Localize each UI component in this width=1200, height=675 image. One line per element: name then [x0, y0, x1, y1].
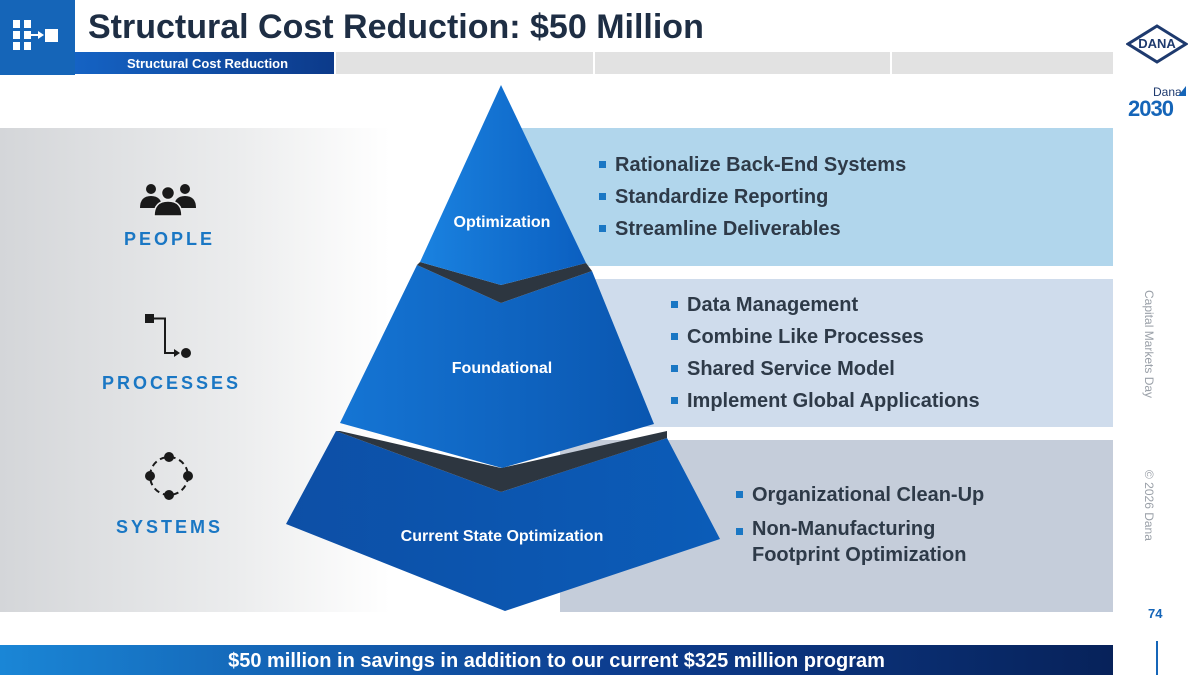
systems-cycle-icon: [145, 452, 193, 500]
list-item: Rationalize Back-End Systems: [599, 149, 1099, 181]
page-number: 74: [1148, 606, 1163, 621]
list-item: Combine Like Processes: [671, 321, 1101, 353]
category-people: PEOPLE: [124, 229, 216, 249]
savings-message: $50 million in savings in addition to ou…: [228, 650, 885, 672]
savings-banner: $50 million in savings in addition to ou…: [0, 645, 1113, 675]
dana-logo-text: DANA: [1138, 36, 1176, 51]
tier-label-foundational: Foundational: [451, 360, 553, 377]
optimization-bullets: Rationalize Back-End Systems Standardize…: [599, 149, 1099, 245]
dana-2030-year: 2030: [1128, 96, 1174, 121]
tab-label: Structural Cost Reduction: [127, 56, 289, 71]
process-flow-icon: [145, 314, 191, 358]
tier-label-current-state: Current State Optimization: [400, 528, 604, 545]
tier-label-optimization: Optimization: [453, 214, 551, 231]
page-title: Structural Cost Reduction: $50 Million: [88, 8, 704, 46]
list-item: Organizational Clean-Up: [736, 479, 996, 511]
list-item: Standardize Reporting: [599, 181, 1099, 213]
category-systems: SYSTEMS: [116, 517, 224, 537]
dana-2030-logo: Dana 2030: [1126, 84, 1190, 124]
category-processes: PROCESSES: [102, 373, 242, 393]
list-item: Non-Manufacturing Footprint Optimization: [736, 516, 996, 568]
tab-structural-cost-reduction[interactable]: Structural Cost Reduction: [75, 52, 334, 74]
current-state-bullets: Organizational Clean-Up Non-Manufacturin…: [736, 479, 996, 568]
list-item: Streamline Deliverables: [599, 213, 1099, 245]
pyramid-tier-top: [420, 85, 586, 285]
list-item: Shared Service Model: [671, 353, 1101, 385]
list-item: Implement Global Applications: [671, 385, 1101, 417]
arrow-up-right-icon: [1178, 86, 1186, 96]
event-name: Capital Markets Day: [1142, 290, 1156, 399]
section-icon-tile: [0, 0, 75, 75]
dana-logo: DANA: [1125, 24, 1189, 64]
people-icon: [140, 184, 196, 217]
list-item: Data Management: [671, 289, 1101, 321]
copyright-text: © 2026 Dana: [1142, 470, 1156, 541]
foundational-bullets: Data Management Combine Like Processes S…: [671, 289, 1101, 417]
page-divider: [1156, 641, 1158, 675]
side-info: Capital Markets Day © 2026 Dana: [1120, 130, 1180, 560]
hierarchy-icon: [13, 20, 58, 50]
